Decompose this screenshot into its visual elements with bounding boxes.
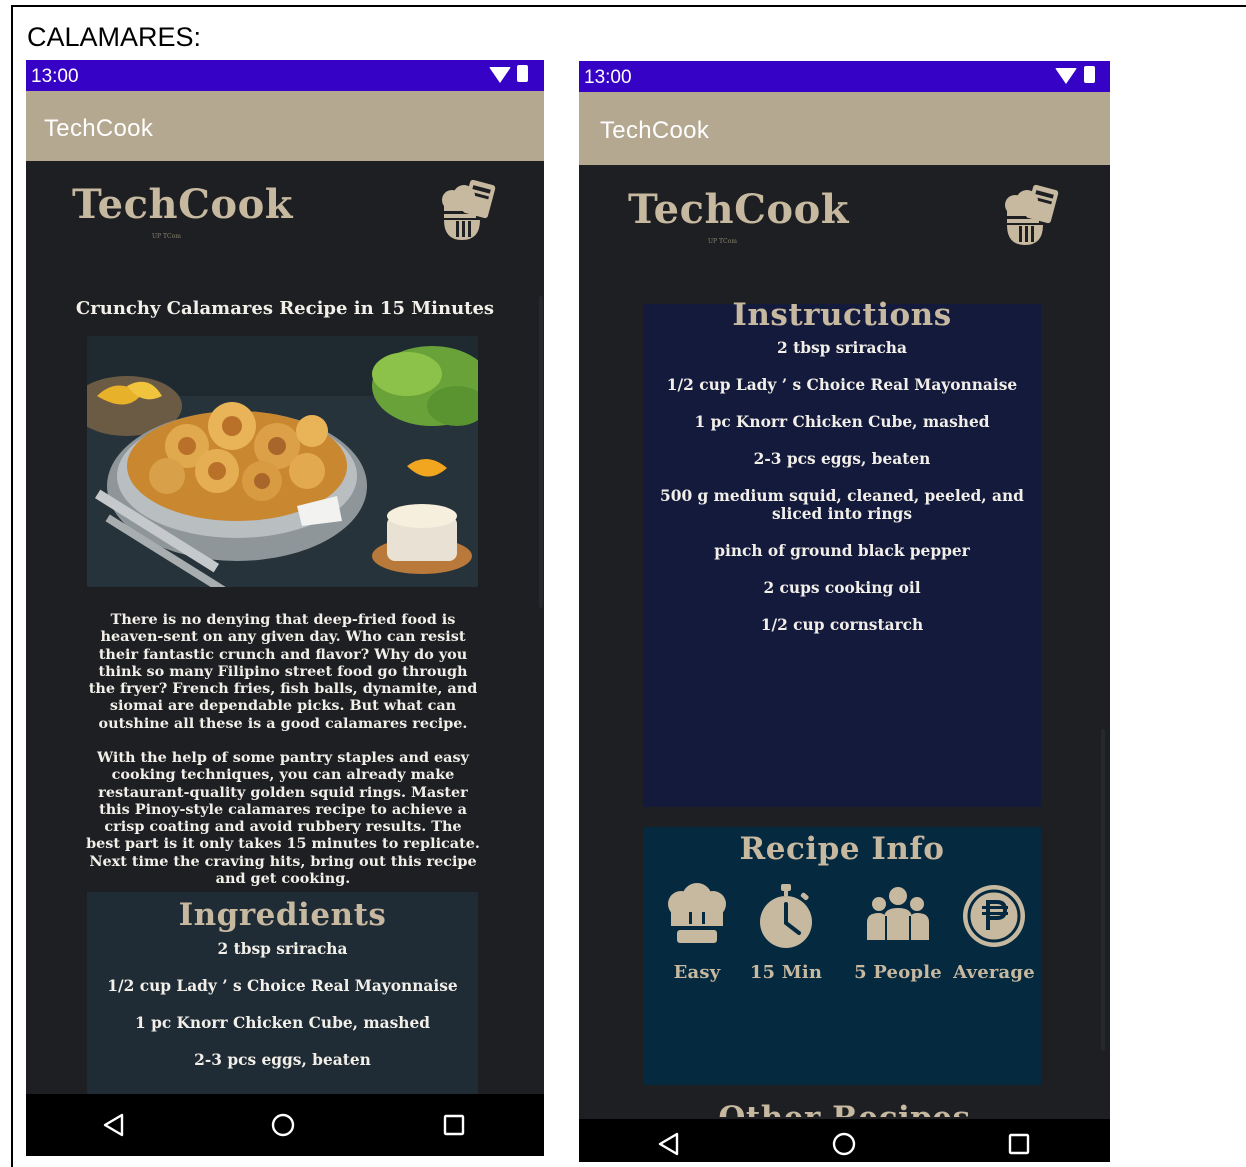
app-bar: TechCook	[579, 92, 1110, 165]
instruction-item: 500 g medium squid, cleaned, peeled, and…	[660, 487, 1024, 524]
back-button[interactable]	[649, 1124, 689, 1162]
instruction-item: 1/2 cup Lady ’ s Choice Real Mayonnaise	[666, 376, 1018, 394]
difficulty-info: Easy	[649, 882, 745, 983]
recents-button[interactable]	[434, 1105, 474, 1145]
peso-coin-icon	[963, 885, 1025, 947]
recents-button[interactable]	[999, 1124, 1039, 1162]
logo-tagline: UP TCom	[708, 238, 737, 245]
wifi-icon	[1055, 68, 1077, 84]
servings-label: 5 People	[854, 962, 942, 983]
logo-tagline: UP TCom	[152, 233, 181, 240]
recipe-description-1: There is no denying that deep-fried food…	[88, 611, 478, 732]
status-bar: 13:00	[579, 61, 1110, 92]
ingredient-item: 2 tbsp sriracha	[217, 940, 348, 958]
recipe-description-2: With the help of some pantry staples and…	[86, 749, 480, 888]
instruction-item: 1/2 cup cornstarch	[760, 616, 924, 635]
instructions-title: Instructions	[732, 297, 952, 333]
app-bar-title: TechCook	[600, 117, 710, 144]
stopwatch-icon	[760, 884, 812, 948]
cost-label: Average	[953, 962, 1035, 983]
ingredients-list: 2 tbsp sriracha 1/2 cup Lady ’ s Choice …	[87, 940, 478, 1069]
recents-square-icon	[1008, 1133, 1030, 1155]
recents-square-icon	[443, 1114, 465, 1136]
back-triangle-icon	[658, 1132, 679, 1156]
battery-icon	[517, 65, 528, 82]
difficulty-label: Easy	[673, 962, 721, 983]
people-icon	[867, 887, 929, 940]
cost-info: Average	[946, 882, 1042, 983]
phone-screen-recipe-overview: 13:00 TechCook TechCook UP TCom Crunchy …	[26, 60, 544, 1156]
instruction-item: 2 cups cooking oil	[763, 579, 921, 598]
recipe-info-card: Recipe Info Easy 15 Min 5 People Average	[643, 827, 1041, 1085]
navigation-bar	[26, 1094, 544, 1156]
other-recipes-title: Other Recipes	[579, 1103, 1110, 1118]
recipe-info-title: Recipe Info	[739, 831, 945, 867]
calamares-photo	[87, 336, 478, 587]
logo-text: TechCook	[628, 186, 849, 233]
recipe-title: Crunchy Calamares Recipe in 15 Minutes	[75, 298, 495, 319]
techcook-logo: TechCook UP TCom	[72, 181, 293, 241]
home-button[interactable]	[824, 1124, 864, 1162]
navigation-bar	[579, 1119, 1110, 1162]
status-bar: 13:00	[26, 60, 544, 91]
status-time: 13:00	[31, 66, 79, 87]
instruction-item: 2 tbsp sriracha	[777, 339, 907, 357]
recipe-info-row: Easy 15 Min 5 People Average	[643, 882, 1041, 992]
ingredient-item: 2-3 pcs eggs, beaten	[194, 1051, 371, 1069]
app-bar: TechCook	[26, 91, 544, 161]
back-button[interactable]	[94, 1105, 134, 1145]
instructions-list: 2 tbsp sriracha 1/2 cup Lady ’ s Choice …	[643, 339, 1041, 635]
home-button[interactable]	[263, 1105, 303, 1145]
techcook-logo: TechCook UP TCom	[628, 186, 849, 246]
instruction-item: 2-3 pcs eggs, beaten	[753, 450, 931, 468]
scrollbar[interactable]	[1101, 729, 1105, 1051]
app-bar-title: TechCook	[44, 115, 154, 142]
battery-icon	[1084, 66, 1095, 83]
chef-recipe-icon	[999, 183, 1063, 247]
time-label: 15 Min	[749, 962, 823, 983]
page-caption: CALAMARES:	[27, 22, 202, 52]
scrollbar[interactable]	[539, 296, 543, 608]
chef-recipe-icon	[436, 178, 500, 242]
home-circle-icon	[271, 1113, 295, 1137]
other-recipes-heading: Other Recipes	[579, 1097, 1110, 1118]
home-circle-icon	[832, 1132, 856, 1156]
phone-screen-recipe-details: 13:00 TechCook TechCook UP TCom Instruct…	[579, 61, 1110, 1162]
instruction-item: 1 pc Knorr Chicken Cube, mashed	[694, 413, 990, 431]
ingredients-title: Ingredients	[178, 897, 387, 933]
instruction-item: pinch of ground black pepper	[714, 542, 970, 561]
status-time: 13:00	[584, 67, 632, 88]
ingredient-item: 1/2 cup Lady ’ s Choice Real Mayonnaise	[107, 977, 458, 995]
servings-info: 5 People	[850, 882, 946, 983]
chef-hat-icon	[668, 883, 726, 943]
back-triangle-icon	[103, 1113, 124, 1137]
instructions-card: Instructions 2 tbsp sriracha 1/2 cup Lad…	[643, 300, 1041, 807]
wifi-icon	[489, 67, 511, 83]
ingredient-item: 1 pc Knorr Chicken Cube, mashed	[135, 1014, 430, 1032]
logo-text: TechCook	[72, 181, 293, 228]
time-info: 15 Min	[738, 882, 834, 983]
